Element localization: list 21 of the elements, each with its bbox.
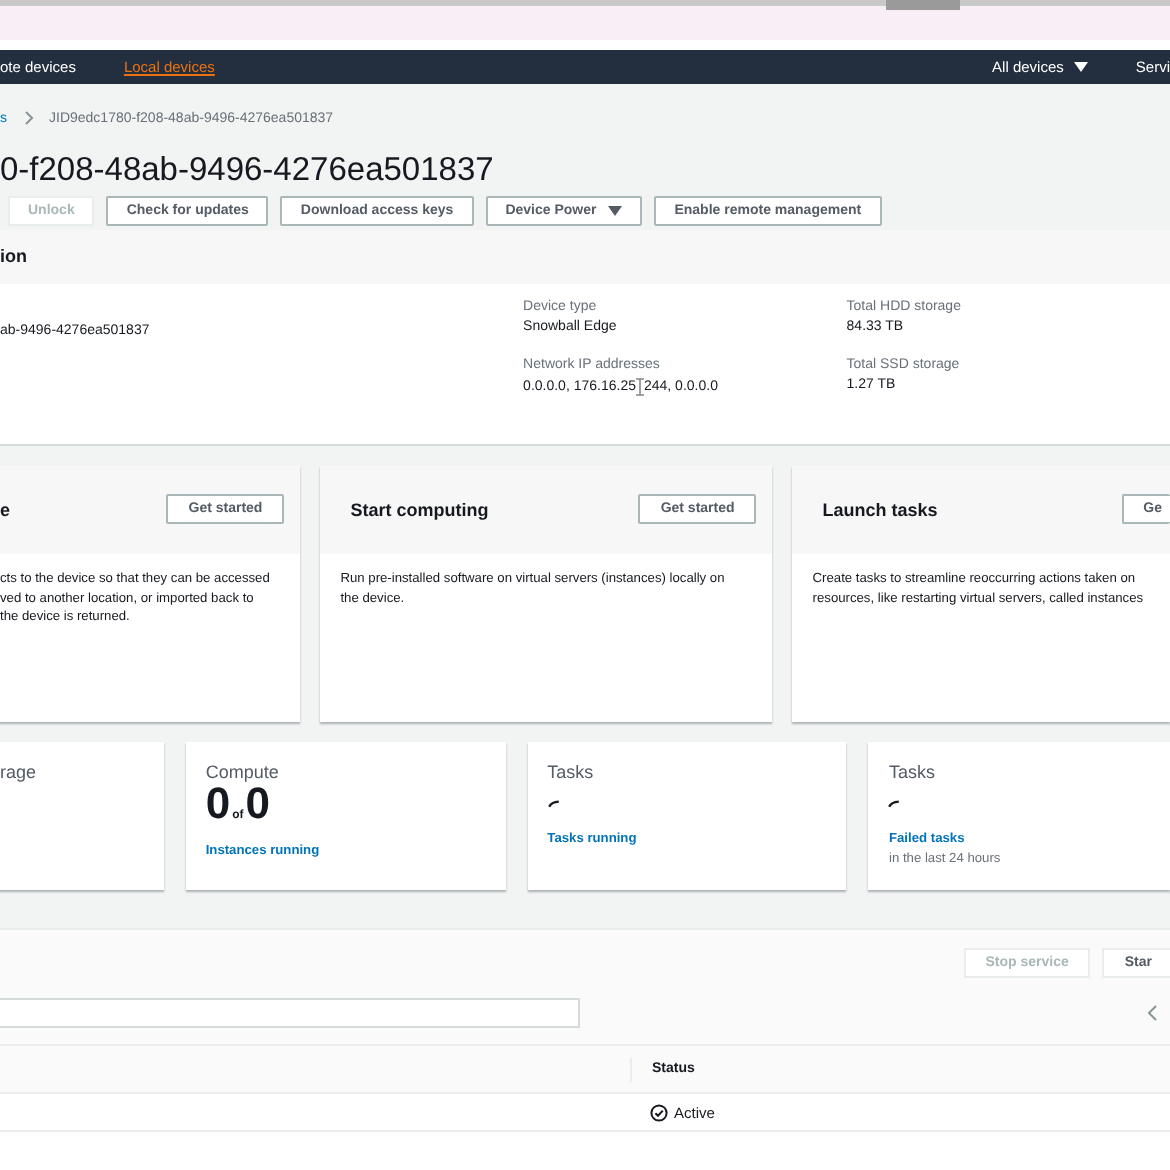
metric-title: Tasks — [547, 761, 596, 782]
card-title: Start computing — [350, 499, 489, 520]
spinner-icon — [888, 799, 901, 808]
metric-total: 0 — [245, 781, 270, 826]
text-cursor-icon — [635, 377, 644, 396]
caret-icon — [608, 206, 623, 217]
check-circle-icon — [650, 1103, 668, 1121]
browser-tab[interactable] — [886, 0, 960, 10]
caret-icon — [1073, 62, 1088, 73]
page-title: 0-f208-48ab-9496-4276ea501837 — [0, 152, 496, 193]
spinner-icon — [547, 799, 560, 808]
search-field[interactable] — [0, 997, 580, 1027]
chevron-right-icon — [23, 110, 33, 127]
card-title: Launch tasks — [822, 499, 938, 520]
card-title: e — [0, 499, 11, 520]
metric-title: rage — [0, 761, 39, 782]
metric-title: Compute — [205, 761, 281, 782]
chevron-left-icon[interactable] — [1146, 1003, 1158, 1021]
metric-title: Tasks — [888, 761, 937, 782]
section-title: ion — [0, 229, 1170, 284]
metric-value: 0 — [205, 781, 231, 826]
